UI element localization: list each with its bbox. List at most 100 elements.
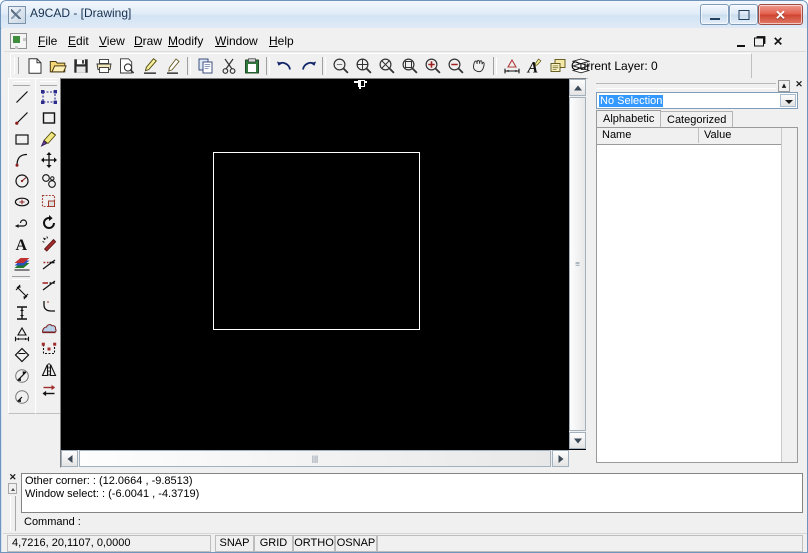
print-preview-button[interactable] [115, 56, 138, 76]
command-grip-bar[interactable] [10, 496, 16, 531]
window-maximize-button[interactable] [729, 4, 758, 25]
cut-button[interactable] [217, 56, 240, 76]
zoom-out-button[interactable] [444, 56, 467, 76]
chevron-down-icon[interactable] [780, 94, 796, 107]
status-toggle-osnap[interactable]: OSNAP [335, 535, 377, 552]
radius-dimension-tool[interactable] [11, 365, 33, 386]
menu-file[interactable]: File [34, 33, 61, 49]
line-tool[interactable] [11, 86, 33, 107]
ellipse-tool[interactable] [11, 191, 33, 212]
caption-grip[interactable] [596, 83, 776, 89]
dimension-style-button[interactable] [500, 56, 523, 76]
scale-tool[interactable] [38, 191, 60, 212]
hatch-tool[interactable] [11, 254, 33, 275]
vertical-scroll-thumb[interactable]: ≡ [569, 97, 586, 431]
canvas-horizontal-scrollbar[interactable]: ||| [61, 450, 569, 467]
diameter-dimension-tool[interactable] [11, 344, 33, 365]
aligned-dimension-tool[interactable] [11, 281, 33, 302]
zoom-window-button[interactable] [375, 56, 398, 76]
command-history[interactable]: Other corner: : (12.0664 , -9.8513) Wind… [21, 473, 803, 513]
pick-point-button[interactable] [161, 56, 184, 76]
column-header-name[interactable]: Name [597, 128, 699, 143]
zoom-all-button[interactable] [398, 56, 421, 76]
vertical-dimension-tool[interactable] [11, 302, 33, 323]
properties-grid-scrollbar[interactable] [781, 128, 797, 462]
fillet-tool[interactable] [38, 296, 60, 317]
zoom-extents-button[interactable] [352, 56, 375, 76]
text-tool[interactable]: A [11, 233, 33, 254]
window-minimize-button[interactable] [700, 4, 729, 25]
window-close-button[interactable]: ✕ [758, 4, 803, 25]
menu-view[interactable]: View [95, 33, 129, 49]
pan-button[interactable] [467, 56, 490, 76]
rotate-tool[interactable] [38, 212, 60, 233]
open-button[interactable] [46, 56, 69, 76]
explode-tool[interactable] [38, 317, 60, 338]
print-button[interactable] [92, 56, 115, 76]
stretch-tool[interactable] [38, 338, 60, 359]
angular-dimension-tool[interactable] [11, 323, 33, 344]
extend-tool[interactable] [38, 275, 60, 296]
column-header-value[interactable]: Value [699, 128, 782, 143]
toolbar-grip[interactable] [14, 57, 19, 74]
properties-close-button[interactable]: ✕ [794, 80, 804, 90]
canvas-vertical-scrollbar[interactable]: ≡ [569, 79, 586, 449]
circle-tool[interactable] [11, 170, 33, 191]
tab-categorized[interactable]: Categorized [660, 111, 734, 128]
zoom-previous-button[interactable] [329, 56, 352, 76]
selection-combobox[interactable]: No Selection [596, 92, 798, 109]
zoom-in-button[interactable] [421, 56, 444, 76]
center-mark-tool[interactable] [11, 386, 33, 407]
menu-window[interactable]: Window [211, 33, 262, 49]
copy-button[interactable] [194, 56, 217, 76]
spline-icon [15, 218, 28, 228]
scroll-down-button[interactable] [569, 432, 586, 449]
select-tool[interactable] [38, 86, 60, 107]
menu-help[interactable]: Help [265, 33, 298, 49]
scroll-right-button[interactable] [552, 450, 569, 467]
status-toggle-grid[interactable]: GRID [254, 535, 293, 552]
paste-button[interactable] [240, 56, 263, 76]
menu-modify[interactable]: Modify [164, 33, 207, 49]
mdi-document-icon[interactable] [10, 33, 27, 49]
offset-icon [42, 384, 56, 396]
undo-button[interactable] [273, 56, 296, 76]
mdi-minimize-button[interactable] [732, 33, 750, 50]
new-button[interactable] [23, 56, 46, 76]
edit-pen-button[interactable] [138, 56, 161, 76]
properties-button[interactable] [546, 56, 569, 76]
mdi-restore-button[interactable] [750, 33, 768, 50]
drawn-rectangle[interactable] [213, 152, 420, 330]
erase-tool[interactable] [38, 233, 60, 254]
scroll-left-button[interactable] [61, 450, 78, 467]
command-collapse-button[interactable] [8, 483, 17, 494]
copy-object-tool[interactable] [38, 170, 60, 191]
command-prompt[interactable]: Command : [21, 515, 803, 531]
properties-grid[interactable]: Name Value [596, 127, 798, 463]
rectangle-tool[interactable] [11, 128, 33, 149]
menu-edit[interactable]: Edit [64, 33, 93, 49]
menu-draw[interactable]: Draw [130, 33, 166, 49]
save-button[interactable] [69, 56, 92, 76]
mdi-close-button[interactable]: ✕ [769, 33, 787, 50]
tab-alphabetic[interactable]: Alphabetic [596, 110, 662, 128]
move-tool[interactable] [38, 149, 60, 170]
drawing-canvas[interactable] [62, 80, 568, 448]
status-toggle-ortho[interactable]: ORTHO [293, 535, 335, 552]
solid-tool[interactable] [38, 107, 60, 128]
trim-tool[interactable] [38, 254, 60, 275]
scroll-up-button[interactable] [569, 79, 586, 96]
command-close-icon[interactable]: ✕ [9, 473, 17, 482]
match-properties-tool[interactable] [38, 128, 60, 149]
polyline-tool[interactable] [11, 107, 33, 128]
offset-tool[interactable] [38, 380, 60, 401]
status-toggle-snap[interactable]: SNAP [215, 535, 254, 552]
mirror-tool[interactable] [38, 359, 60, 380]
spline-tool[interactable] [11, 212, 33, 233]
properties-collapse-button[interactable]: ▴ [778, 80, 790, 92]
command-window-gripper[interactable]: ✕ [8, 473, 20, 531]
horizontal-scroll-thumb[interactable]: ||| [79, 450, 551, 467]
text-style-button[interactable]: A [523, 56, 546, 76]
arc-tool[interactable] [11, 149, 33, 170]
redo-button[interactable] [296, 56, 319, 76]
